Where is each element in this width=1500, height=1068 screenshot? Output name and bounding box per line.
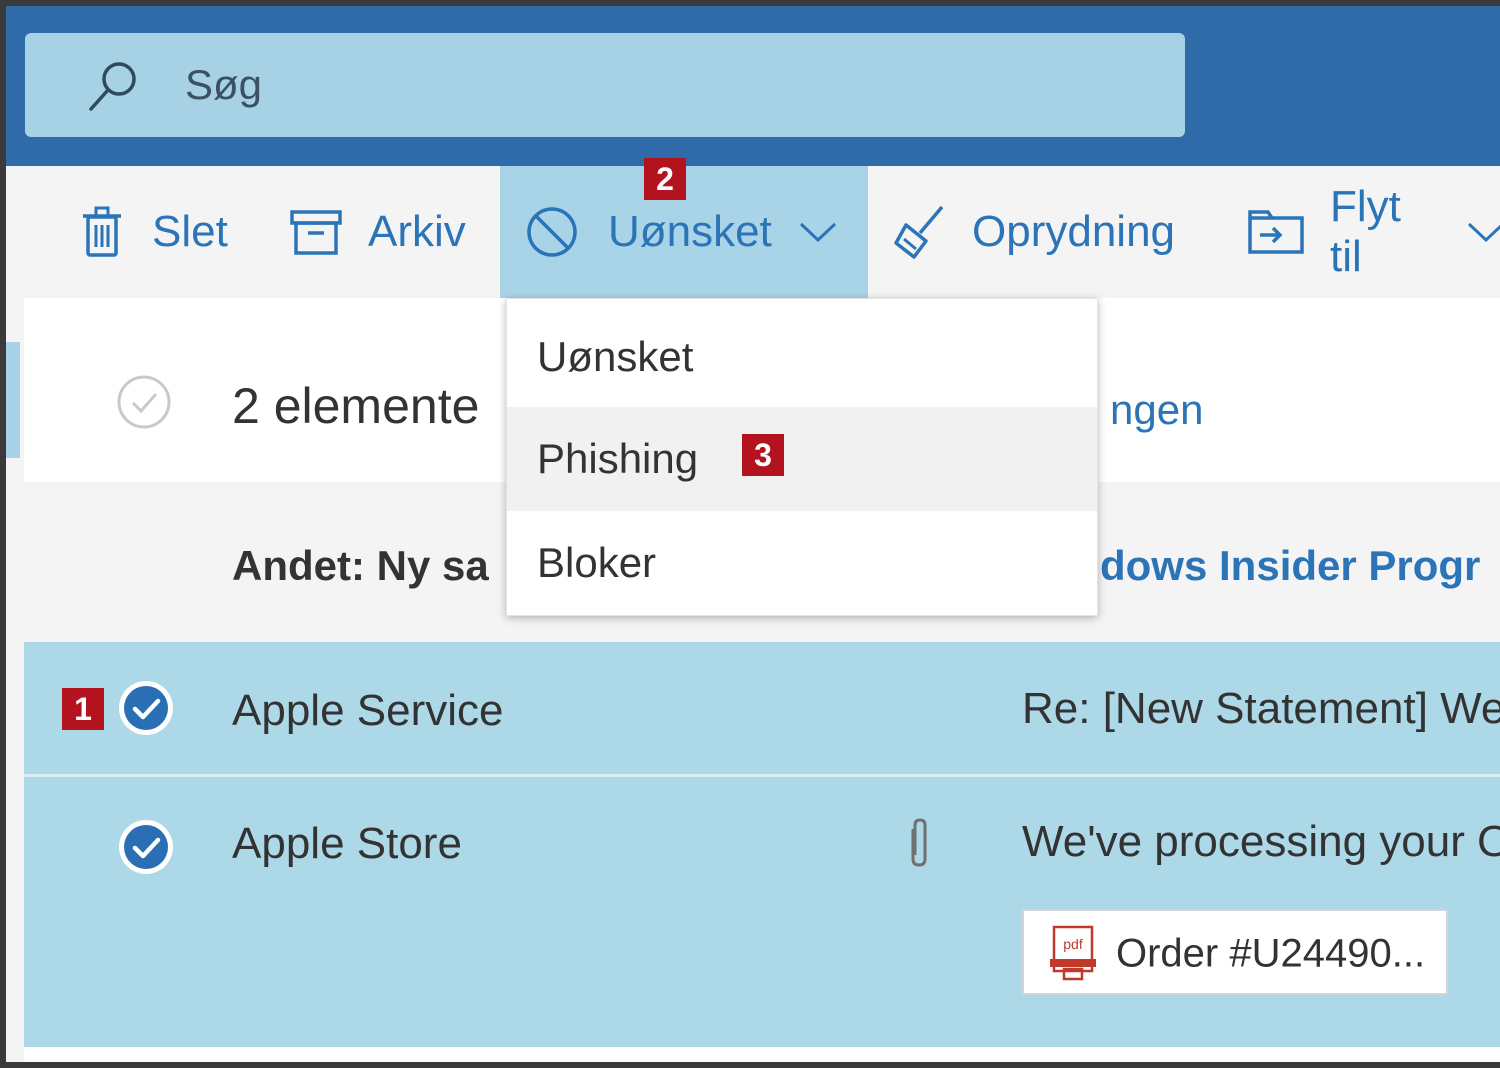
message-subject: We've processing your O bbox=[1022, 817, 1500, 866]
attachment-card[interactable]: pdf Order #U24490... bbox=[1022, 909, 1448, 995]
annotation-badge-1: 1 bbox=[62, 688, 104, 730]
trash-icon bbox=[83, 206, 121, 257]
folder-pane-accent bbox=[6, 342, 20, 458]
checked-checkbox-icon[interactable] bbox=[116, 817, 176, 877]
move-to-button[interactable]: Flyt til bbox=[1246, 166, 1500, 298]
cleanup-button[interactable]: Oprydning bbox=[892, 166, 1175, 298]
delete-button[interactable]: Slet bbox=[78, 166, 228, 298]
command-toolbar: Slet Arkiv Uønsket Oprydning Flyt til bbox=[6, 166, 1500, 298]
search-placeholder[interactable]: Søg bbox=[185, 61, 262, 109]
annotation-badge-2: 2 bbox=[644, 158, 686, 200]
message-sender: Apple Store bbox=[232, 819, 462, 868]
paperclip-icon bbox=[911, 818, 927, 867]
other-banner-label: Andet: Ny sa bbox=[232, 542, 489, 589]
broom-icon bbox=[894, 205, 944, 259]
attachment-name: Order #U24490... bbox=[1116, 931, 1426, 976]
archive-icon bbox=[290, 210, 342, 255]
move-folder-icon bbox=[1248, 210, 1304, 254]
other-banner-sender[interactable]: dows Insider Progr bbox=[1100, 542, 1480, 590]
menu-item-label: Phishing bbox=[537, 435, 699, 482]
cleanup-label: Oprydning bbox=[972, 207, 1176, 256]
checked-checkbox-icon[interactable] bbox=[116, 678, 176, 738]
message-row[interactable]: Apple Store We've processing your O pdf … bbox=[24, 777, 1500, 1047]
svg-text:pdf: pdf bbox=[1063, 936, 1083, 952]
message-subject: Re: [New Statement] We bbox=[1022, 684, 1500, 733]
junk-label: Uønsket bbox=[608, 207, 772, 256]
junk-dropdown-menu: Uønsket Phishing Bloker bbox=[506, 298, 1098, 616]
list-footer bbox=[24, 1047, 1500, 1062]
message-sender: Apple Service bbox=[232, 686, 504, 735]
menu-item-label: Bloker bbox=[537, 539, 657, 586]
move-to-label: Flyt til bbox=[1330, 182, 1401, 281]
menu-item-junk[interactable]: Uønsket bbox=[507, 305, 1097, 409]
selection-count: 2 elemente bbox=[232, 378, 480, 434]
message-row[interactable]: Apple Service Re: [New Statement] We bbox=[24, 642, 1500, 777]
block-icon bbox=[527, 207, 577, 257]
selection-link[interactable]: ngen bbox=[1110, 386, 1203, 434]
chevron-down-icon[interactable] bbox=[1466, 220, 1500, 244]
top-bar: Søg bbox=[6, 6, 1500, 166]
menu-item-phishing[interactable]: Phishing bbox=[507, 407, 1097, 511]
delete-label: Slet bbox=[152, 207, 228, 256]
pdf-file-icon: pdf bbox=[1050, 925, 1096, 981]
annotation-badge-3: 3 bbox=[742, 434, 784, 476]
app-window: Søg Slet Arkiv Uønsket Oprydning Flyt ti… bbox=[0, 0, 1500, 1068]
select-all-checkbox[interactable] bbox=[116, 374, 172, 430]
menu-item-block[interactable]: Bloker bbox=[507, 511, 1097, 615]
archive-label: Arkiv bbox=[368, 207, 466, 256]
archive-button[interactable]: Arkiv bbox=[288, 166, 466, 298]
menu-item-label: Uønsket bbox=[537, 333, 694, 380]
search-icon bbox=[89, 62, 136, 111]
search-box[interactable]: Søg bbox=[25, 33, 1185, 137]
chevron-down-icon[interactable] bbox=[798, 220, 838, 244]
